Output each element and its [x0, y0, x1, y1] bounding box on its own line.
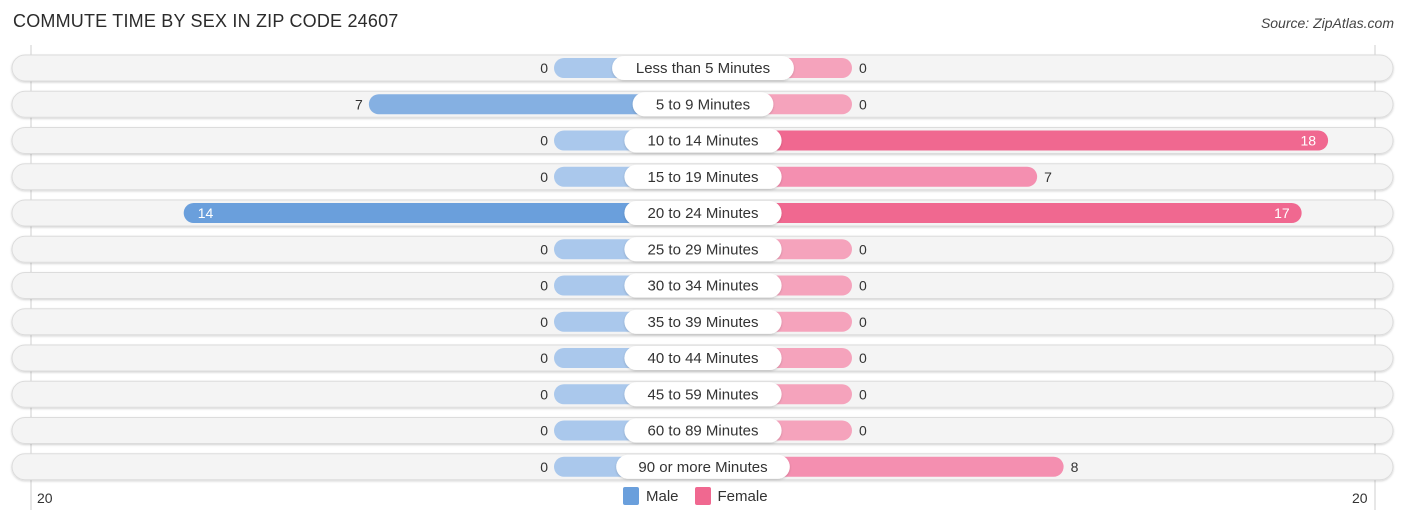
value-label-male: 0 [540, 60, 548, 76]
category-label: 45 to 59 Minutes [648, 386, 759, 403]
chart-row[interactable]: 0 0 60 to 89 Minutes [11, 417, 1394, 444]
category-label: 25 to 29 Minutes [648, 241, 759, 258]
chart-row[interactable]: 0 7 15 to 19 Minutes [11, 163, 1394, 191]
category-label: 20 to 24 Minutes [648, 205, 759, 222]
value-label-male: 0 [540, 459, 548, 475]
axis-label-left: 20 [37, 490, 53, 506]
chart-row[interactable]: 14 17 20 to 24 Minutes [11, 199, 1394, 227]
category-label: 60 to 89 Minutes [648, 423, 759, 440]
value-label-male: 0 [540, 133, 548, 149]
value-label-female: 17 [1274, 205, 1290, 221]
value-label-male: 0 [540, 423, 548, 439]
chart-row[interactable]: 0 0 30 to 34 Minutes [11, 272, 1394, 299]
chart-row[interactable]: 7 0 5 to 9 Minutes [11, 90, 1394, 118]
legend-label-male: Male [646, 487, 679, 505]
legend-item-male[interactable]: Male [623, 487, 679, 505]
value-label-female: 0 [859, 96, 867, 112]
chart-row[interactable]: 0 0 35 to 39 Minutes [11, 308, 1394, 336]
legend-swatch-female [694, 487, 711, 505]
legend-item-female[interactable]: Female [694, 487, 768, 505]
chart-row[interactable]: 0 0 25 to 29 Minutes [11, 235, 1394, 263]
value-label-female: 0 [859, 241, 867, 257]
chart-row[interactable]: 0 0 Less than 5 Minutes [11, 54, 1394, 82]
category-label: 10 to 14 Minutes [648, 133, 759, 150]
chart-row[interactable]: 0 0 45 to 59 Minutes [11, 380, 1394, 408]
value-label-male: 0 [540, 350, 548, 366]
value-label-female: 7 [1044, 169, 1052, 185]
value-label-male: 0 [540, 386, 548, 402]
bar-female [703, 203, 1302, 223]
chart-row[interactable]: 0 8 90 or more Minutes [11, 453, 1394, 481]
legend: Male Female [623, 487, 784, 505]
value-label-female: 0 [859, 423, 867, 439]
chart-canvas: 0 0 Less than 5 Minutes 7 0 5 to 9 Minutes 0 18… [11, 45, 1394, 510]
value-label-female: 0 [859, 278, 867, 294]
value-label-female: 0 [859, 350, 867, 366]
bar-female [703, 130, 1329, 151]
category-label: 90 or more Minutes [638, 459, 767, 476]
category-label: Less than 5 Minutes [636, 60, 770, 77]
chart-row[interactable]: 0 18 10 to 14 Minutes [11, 127, 1394, 154]
legend-swatch-male [623, 487, 639, 505]
value-label-female: 0 [859, 386, 867, 402]
value-label-male: 0 [540, 314, 548, 330]
value-label-male: 14 [198, 205, 214, 221]
chart-row[interactable]: 0 0 40 to 44 Minutes [11, 344, 1394, 372]
value-label-male: 0 [540, 241, 548, 257]
category-label: 35 to 39 Minutes [648, 314, 759, 331]
category-label: 30 to 34 Minutes [648, 278, 759, 295]
value-label-male: 0 [540, 278, 548, 294]
category-label: 15 to 19 Minutes [648, 169, 759, 186]
value-label-female: 0 [859, 314, 867, 330]
value-label-male: 0 [540, 169, 548, 185]
axis-label-right: 20 [1352, 490, 1368, 506]
value-label-female: 8 [1071, 459, 1079, 475]
category-label: 40 to 44 Minutes [648, 350, 759, 367]
value-label-female: 18 [1301, 133, 1317, 149]
legend-label-female: Female [717, 487, 768, 505]
value-label-male: 7 [355, 96, 363, 112]
category-label: 5 to 9 Minutes [656, 96, 750, 113]
value-label-female: 0 [859, 60, 867, 76]
